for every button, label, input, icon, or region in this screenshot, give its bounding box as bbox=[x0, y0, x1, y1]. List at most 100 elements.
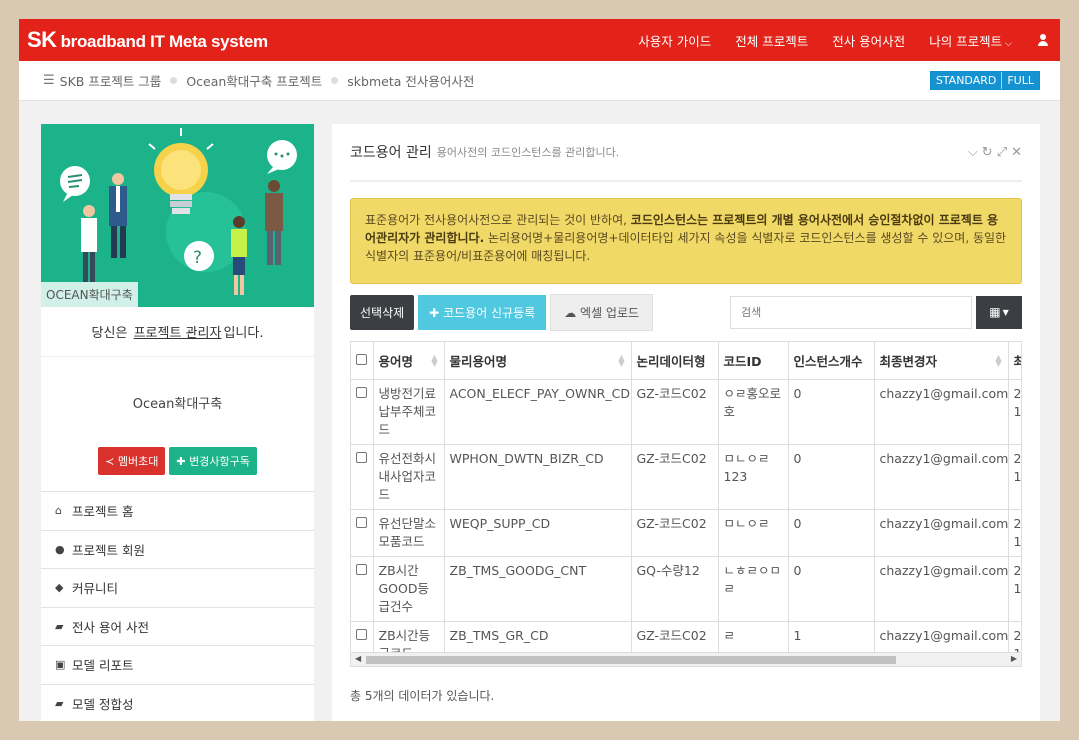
cell-date: 2( 1: bbox=[1008, 509, 1021, 557]
scroll-left-icon[interactable]: ◀ bbox=[355, 654, 361, 663]
sidebar-item-dictionary[interactable]: ▰ 전사 용어 사전 bbox=[41, 608, 314, 646]
cell-date: 2( 1: bbox=[1008, 556, 1021, 622]
excel-upload-label: 엑셀 업로드 bbox=[580, 305, 640, 320]
col-label: 논리데이터형 bbox=[636, 353, 706, 369]
col-code-id[interactable]: 코드ID bbox=[718, 342, 789, 380]
column-toggle-button[interactable]: ▦ ▼ bbox=[976, 295, 1022, 329]
sidebar-item-label: 모델 리포트 bbox=[72, 658, 134, 674]
add-code-term-button[interactable]: ✚ 코드용어 신규등록 bbox=[418, 294, 547, 330]
cell-editor: chazzy1@gmail.com bbox=[874, 444, 1009, 510]
table-row[interactable]: 유선단말소모품코드 WEQP_SUPP_CD GZ-코드C02 ㅁㄴㅇㄹ 0 c… bbox=[351, 509, 1021, 557]
invite-member-button[interactable]: ≺ 멤버초대 bbox=[98, 447, 166, 475]
view-mode-toggle: STANDARD FULL bbox=[929, 71, 1040, 90]
refresh-icon[interactable]: ↻ bbox=[982, 145, 993, 160]
nav-my-projects[interactable]: 나의 프로젝트 ⌵ bbox=[929, 31, 1012, 50]
table-toolbar: 선택삭제 ✚ 코드용어 신규등록 ☁ 엑셀 업로드 ▦▼ bbox=[350, 293, 1022, 331]
row-checkbox[interactable] bbox=[356, 628, 367, 640]
cell-editor: chazzy1@gmail.com bbox=[874, 509, 1009, 557]
sidebar-item-members[interactable]: ● 프로젝트 회원 bbox=[41, 531, 314, 569]
sidebar-item-label: 프로젝트 홈 bbox=[72, 504, 134, 520]
select-all-cell bbox=[351, 342, 374, 380]
col-label: 물리용어명 bbox=[449, 353, 508, 369]
sort-icon: ▲ ▼ bbox=[431, 353, 438, 368]
col-instance-count[interactable]: 인스턴스개수 bbox=[788, 342, 875, 380]
page-title: 코드용어 관리 bbox=[350, 145, 432, 161]
subscribe-changes-button[interactable]: ✚ 변경사항구독 bbox=[169, 447, 257, 475]
row-select-cell bbox=[351, 444, 374, 510]
invite-member-label: 멤버초대 bbox=[117, 455, 159, 468]
expand-icon[interactable]: ⤢ bbox=[997, 145, 1007, 160]
panel-header: 코드용어 관리 용어사전의 코드인스턴스를 관리합니다. ⌵ ↻ ⤢ ✕ bbox=[350, 124, 1022, 182]
book-icon: ▰ bbox=[55, 619, 64, 633]
sidebar-item-model-consistency[interactable]: ▰ 모델 정합성 bbox=[41, 685, 314, 722]
cell-term: 유선전화시내사업자코드 bbox=[373, 444, 445, 510]
cell-physical: WEQP_SUPP_CD bbox=[444, 509, 632, 557]
breadcrumb-separator bbox=[170, 77, 178, 84]
top-bar: SK broadband IT Meta system 사용자 가이드 전체 프… bbox=[19, 19, 1060, 61]
nav-dictionary[interactable]: 전사 용어사전 bbox=[832, 31, 905, 50]
sort-icon: ▲ ▼ bbox=[995, 353, 1002, 368]
sidebar-item-community[interactable]: ◆ 커뮤니티 bbox=[41, 569, 314, 608]
select-all-checkbox[interactable] bbox=[356, 353, 367, 365]
cell-code-id: ㅇㄹ홍오로호 bbox=[718, 379, 789, 445]
cell-count: 0 bbox=[788, 556, 875, 622]
scrollbar-thumb[interactable] bbox=[366, 656, 896, 664]
scroll-right-icon[interactable]: ▶ bbox=[1011, 654, 1017, 663]
delete-selected-button[interactable]: 선택삭제 bbox=[350, 294, 415, 330]
mode-full-button[interactable]: FULL bbox=[1001, 72, 1039, 89]
role-suffix: 입니다. bbox=[223, 326, 264, 341]
chevron-down-icon: ⌵ bbox=[1005, 38, 1012, 49]
excel-upload-button[interactable]: ☁ 엑셀 업로드 bbox=[550, 293, 654, 331]
cell-term: 유선단말소모품코드 bbox=[373, 509, 445, 557]
cell-editor: chazzy1@gmail.com bbox=[874, 556, 1009, 622]
table-row[interactable]: ZB시간GOOD등급건수 ZB_TMS_GOODG_CNT GQ-수량12 ㄴㅎ… bbox=[351, 556, 1021, 622]
role-link[interactable]: 프로젝트 관리자 bbox=[134, 322, 222, 341]
chevron-down-icon[interactable]: ⌵ bbox=[968, 145, 978, 160]
sidebar-item-label: 프로젝트 회원 bbox=[72, 542, 145, 558]
user-icon[interactable] bbox=[1036, 33, 1050, 47]
search-input[interactable] bbox=[730, 295, 972, 329]
users-icon: ● bbox=[55, 542, 65, 556]
top-nav: 사용자 가이드 전체 프로젝트 전사 용어사전 나의 프로젝트 ⌵ bbox=[614, 31, 1050, 50]
close-icon[interactable]: ✕ bbox=[1011, 145, 1022, 160]
table-header-row: 용어명 ▲ ▼ 물리용어명 ▲ ▼ 논리데이터형 코드ID 인스턴스개수 최종변경자 ▲ ▼… bbox=[351, 342, 1022, 380]
row-checkbox[interactable] bbox=[356, 563, 367, 575]
mode-standard-button[interactable]: STANDARD bbox=[930, 72, 1002, 89]
cell-term: ZB시간GOOD등급건수 bbox=[373, 556, 445, 622]
row-select-cell bbox=[351, 556, 374, 622]
cell-editor: chazzy1@gmail.com bbox=[874, 379, 1009, 445]
menu-icon[interactable]: ☰ bbox=[43, 73, 55, 88]
col-term-name[interactable]: 용어명 ▲ ▼ bbox=[373, 342, 445, 380]
table-row[interactable]: 유선전화시내사업자코드 WPHON_DWTN_BIZR_CD GZ-코드C02 … bbox=[351, 444, 1021, 510]
cell-logical: GZ-코드C02 bbox=[631, 379, 719, 445]
brand-logo[interactable]: SK broadband IT Meta system bbox=[27, 27, 268, 53]
nav-all-projects[interactable]: 전체 프로젝트 bbox=[735, 31, 808, 50]
col-physical-name[interactable]: 물리용어명 ▲ ▼ bbox=[444, 342, 632, 380]
breadcrumb-item-group[interactable]: SKB 프로젝트 그룹 bbox=[60, 71, 162, 90]
sidebar: ? OCEAN확대구축 당신은 프로젝트 관리자 입니다. Ocean확대구축 … bbox=[41, 124, 314, 721]
cell-code-id: ㅁㄴㅇㄹ bbox=[718, 509, 789, 557]
caret-down-icon: ▼ bbox=[1002, 307, 1009, 317]
panel-tools: ⌵ ↻ ⤢ ✕ bbox=[968, 145, 1022, 160]
breadcrumb-separator bbox=[331, 77, 339, 84]
col-label: 최 bbox=[1014, 354, 1022, 369]
cloud-upload-icon: ☁ bbox=[564, 305, 577, 320]
col-last-modified[interactable]: 최 bbox=[1008, 342, 1022, 380]
sidebar-item-project-home[interactable]: ⌂ 프로젝트 홈 bbox=[41, 492, 314, 531]
nav-my-projects-label: 나의 프로젝트 bbox=[929, 33, 1003, 49]
plus-icon: ✚ bbox=[176, 455, 186, 468]
nav-user-guide[interactable]: 사용자 가이드 bbox=[638, 31, 711, 50]
breadcrumb-item-project[interactable]: Ocean확대구축 프로젝트 bbox=[186, 71, 322, 90]
sidebar-item-model-report[interactable]: ▣ 모델 리포트 bbox=[41, 646, 314, 685]
cell-count: 0 bbox=[788, 444, 875, 510]
table-row[interactable]: 냉방전기료납부주체코드 ACON_ELECF_PAY_OWNR_CD GZ-코드… bbox=[351, 379, 1021, 445]
app-frame: SK broadband IT Meta system 사용자 가이드 전체 프… bbox=[19, 19, 1060, 721]
col-last-editor[interactable]: 최종변경자 ▲ ▼ bbox=[874, 342, 1009, 380]
row-checkbox[interactable] bbox=[356, 386, 367, 398]
svg-text:?: ? bbox=[193, 248, 202, 268]
row-checkbox[interactable] bbox=[356, 451, 367, 463]
horizontal-scrollbar[interactable]: ◀ ▶ bbox=[351, 652, 1021, 666]
col-logical-type[interactable]: 논리데이터형 bbox=[631, 342, 719, 380]
row-checkbox[interactable] bbox=[356, 516, 367, 528]
breadcrumb-item-dictionary[interactable]: skbmeta 전사용어사전 bbox=[347, 71, 474, 90]
